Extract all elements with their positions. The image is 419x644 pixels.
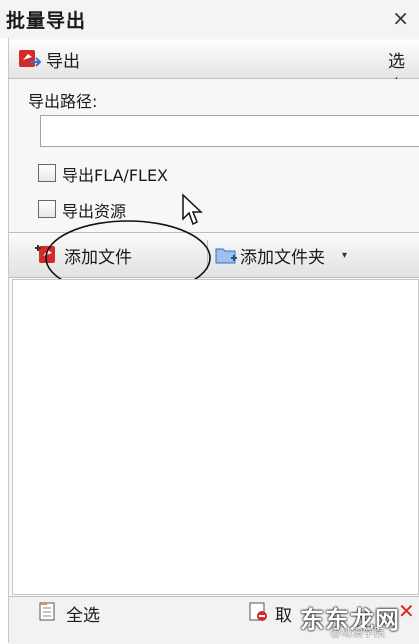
add-folder-button[interactable]: 添加文件夹 bbox=[240, 243, 325, 268]
export-fla-checkbox[interactable] bbox=[38, 164, 56, 182]
add-file-icon[interactable] bbox=[34, 244, 60, 266]
export-resources-checkbox[interactable] bbox=[38, 200, 56, 218]
toolbar-separator bbox=[207, 240, 208, 270]
close-button[interactable]: × bbox=[392, 6, 409, 30]
export-fla-label: 导出FLA/FLEX bbox=[62, 166, 169, 185]
export-icon[interactable] bbox=[18, 48, 42, 70]
window-title: 批量导出 bbox=[6, 10, 87, 32]
add-file-button[interactable]: 添加文件 bbox=[64, 243, 132, 268]
export-button[interactable]: 导出 bbox=[46, 47, 80, 72]
export-resources-label: 导出资源 bbox=[62, 202, 127, 221]
remove-button[interactable]: 取 bbox=[275, 601, 292, 626]
add-folder-icon[interactable] bbox=[214, 244, 238, 266]
watermark-subtext: @动漫学院 bbox=[330, 626, 385, 639]
chevron-down-icon[interactable]: ▾ bbox=[342, 250, 347, 261]
export-path-input[interactable] bbox=[40, 115, 419, 147]
export-path-label: 导出路径: bbox=[28, 92, 98, 111]
remove-icon[interactable] bbox=[248, 601, 270, 623]
file-list[interactable] bbox=[12, 279, 419, 595]
select-all-button[interactable]: 全选 bbox=[66, 601, 100, 626]
select-all-icon[interactable] bbox=[38, 601, 60, 623]
delete-icon[interactable]: ✕ bbox=[398, 599, 415, 623]
mouse-cursor-icon bbox=[182, 193, 203, 226]
